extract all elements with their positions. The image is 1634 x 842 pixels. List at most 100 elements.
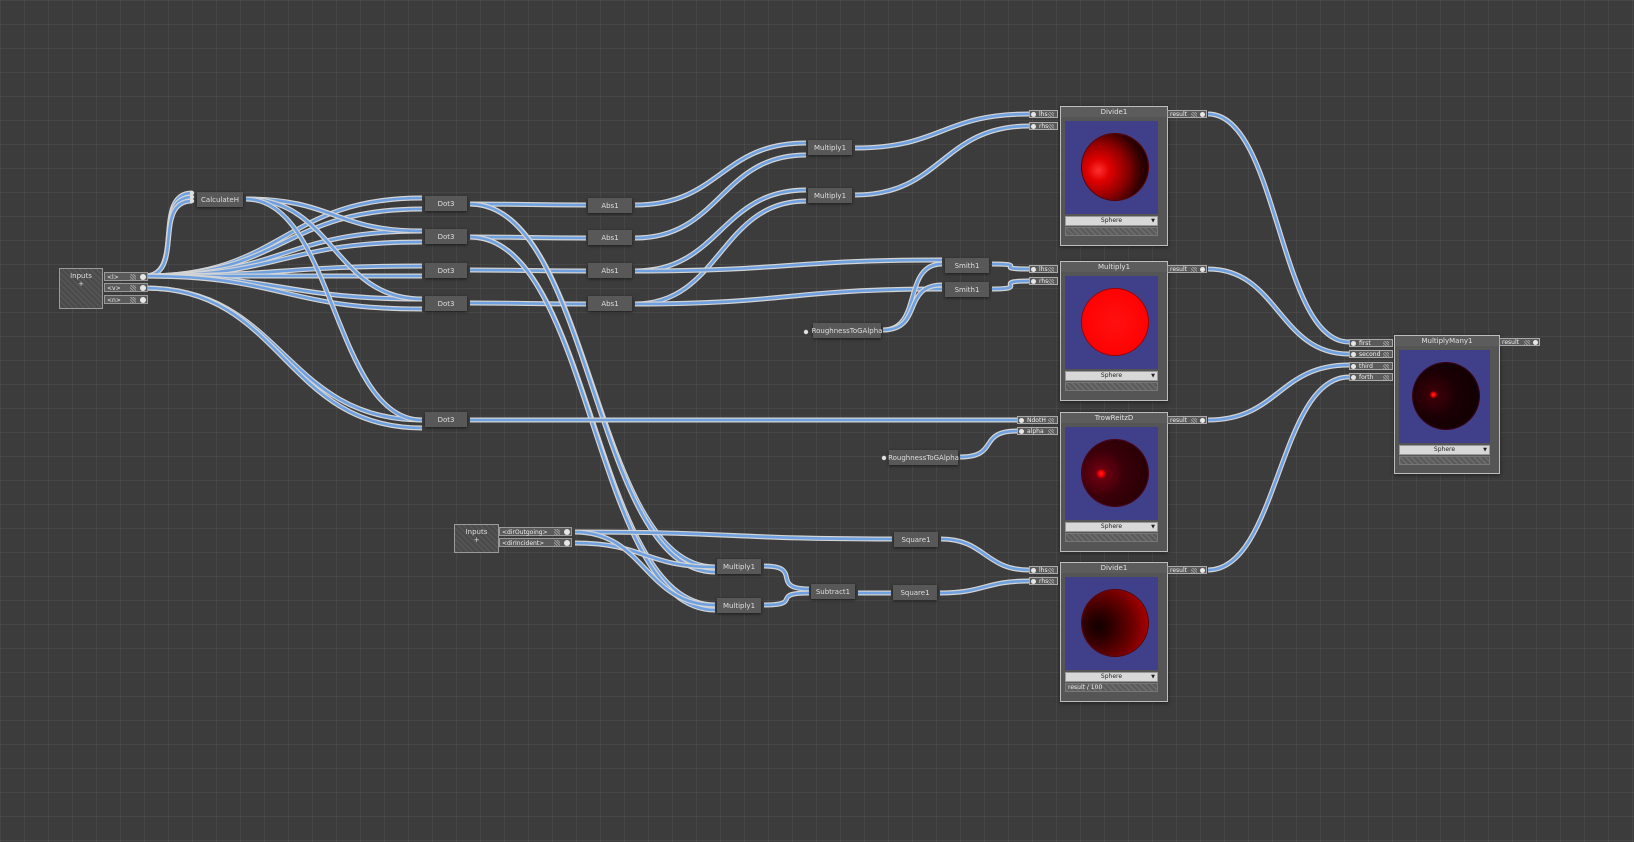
input-pin-second[interactable]: second — [1349, 350, 1393, 358]
port-connector-icon[interactable] — [1351, 341, 1356, 346]
input-port-dir-outgoing[interactable]: <dirOutgoing> — [499, 527, 572, 536]
calculate-h-node[interactable]: CalculateH — [197, 192, 243, 207]
port-connector-icon[interactable] — [1351, 352, 1356, 357]
inputs-node[interactable]: Inputs + — [59, 268, 103, 309]
input-port-dir-incident[interactable]: <dirIncident> — [499, 538, 572, 547]
port-connector-icon[interactable] — [1031, 579, 1036, 584]
trowbridge-reitz-preview-node[interactable]: TrowReitzD Sphere ▼ — [1060, 412, 1168, 552]
pin-label: lhs — [1039, 266, 1048, 273]
output-pin-result[interactable]: result — [1167, 416, 1207, 424]
input-pin-lhs[interactable]: lhs — [1029, 110, 1058, 118]
multiply-node[interactable]: Multiply1 — [717, 559, 761, 574]
link-icon — [1048, 279, 1054, 284]
square-node[interactable]: Square1 — [894, 532, 938, 547]
preview-shape-select[interactable]: Sphere ▼ — [1065, 216, 1158, 226]
inputs-node[interactable]: Inputs + — [454, 524, 499, 553]
preview-shape-select[interactable]: Sphere ▼ — [1065, 371, 1158, 381]
port-connector-icon[interactable] — [1200, 568, 1205, 573]
preview-shape-select[interactable]: Sphere ▼ — [1399, 445, 1490, 455]
input-pin-alpha[interactable]: alpha — [1017, 427, 1058, 435]
input-pin-ndoth[interactable]: NdotH — [1017, 416, 1058, 424]
port-connector-icon[interactable] — [1019, 418, 1024, 423]
input-pin-third[interactable]: third — [1349, 362, 1393, 370]
input-pin-rhs[interactable]: rhs — [1029, 277, 1058, 285]
roughness-to-g-alpha-node[interactable]: RoughnessToGAlpha — [812, 323, 882, 338]
port-connector-icon[interactable] — [1031, 124, 1036, 129]
port-connector-icon[interactable] — [1200, 418, 1205, 423]
input-pin-first[interactable]: first — [1349, 339, 1393, 347]
add-input-icon[interactable]: + — [455, 536, 498, 544]
wire — [882, 262, 943, 332]
multiply-preview-node[interactable]: Multiply1 Sphere ▼ — [1060, 261, 1168, 401]
dot-node[interactable]: Dot3 — [425, 263, 467, 278]
sphere-preview — [1082, 440, 1148, 506]
dot-node[interactable]: Dot3 — [425, 412, 467, 427]
port-connector-icon[interactable] — [1200, 267, 1205, 272]
subtract-node[interactable]: Subtract1 — [811, 584, 855, 599]
input-port-n[interactable]: <n> — [104, 295, 148, 304]
output-pin-result[interactable]: result — [1167, 566, 1207, 574]
port-connector-icon[interactable] — [140, 297, 146, 303]
output-pin-result[interactable]: result — [1167, 265, 1207, 273]
port-connector-icon[interactable] — [1351, 364, 1356, 369]
output-pin-result[interactable]: result — [1167, 110, 1207, 118]
square-node[interactable]: Square1 — [893, 585, 937, 600]
port-connector-icon[interactable] — [140, 285, 146, 291]
multiply-node[interactable]: Multiply1 — [808, 188, 852, 203]
port-connector-icon[interactable] — [1533, 340, 1538, 345]
preview-shape-select[interactable]: Sphere ▼ — [1065, 672, 1158, 682]
port-connector-icon[interactable] — [564, 529, 570, 535]
output-pin-result[interactable]: result — [1499, 338, 1540, 346]
port-connector-icon[interactable] — [1351, 375, 1356, 380]
abs-node[interactable]: Abs1 — [588, 230, 632, 245]
link-icon — [1048, 112, 1054, 117]
input-port-v[interactable]: <v> — [104, 283, 148, 292]
link-icon — [1048, 568, 1054, 573]
multiply-node[interactable]: Multiply1 — [717, 598, 761, 613]
multiply-many-preview-node[interactable]: MultiplyMany1 Sphere ▼ — [1394, 335, 1500, 474]
port-connector-icon[interactable] — [564, 540, 570, 546]
port-connector-icon[interactable] — [1031, 267, 1036, 272]
port-connector-icon[interactable] — [140, 274, 146, 280]
link-icon — [1383, 341, 1389, 346]
dot-node[interactable]: Dot3 — [425, 196, 467, 211]
input-port-label: <n> — [107, 297, 121, 304]
pin-label: result — [1502, 339, 1519, 346]
input-port-l[interactable]: <l> — [104, 272, 148, 281]
abs-node[interactable]: Abs1 — [588, 263, 632, 278]
port-connector-icon[interactable] — [1200, 112, 1205, 117]
link-icon — [1191, 418, 1197, 423]
abs-node[interactable]: Abs1 — [588, 296, 632, 311]
input-pin-lhs[interactable]: lhs — [1029, 265, 1058, 273]
port-connector-icon[interactable] — [1031, 112, 1036, 117]
preview-shape-value: Sphere — [1433, 446, 1456, 453]
link-icon — [1524, 340, 1530, 345]
inputs-node-title: Inputs — [465, 528, 488, 536]
wire — [763, 564, 810, 591]
pin-label: first — [1359, 340, 1371, 347]
dot-node[interactable]: Dot3 — [425, 229, 467, 244]
wire — [1207, 375, 1350, 572]
wire — [991, 279, 1030, 291]
roughness-to-g-alpha-node[interactable]: RoughnessToGAlpha — [888, 450, 959, 465]
dot-node[interactable]: Dot3 — [425, 296, 467, 311]
preview-shape-select[interactable]: Sphere ▼ — [1065, 522, 1158, 532]
smith-node[interactable]: Smith1 — [945, 258, 989, 273]
port-connector-icon[interactable] — [1031, 279, 1036, 284]
input-pin-rhs[interactable]: rhs — [1029, 577, 1058, 585]
divide-preview-node[interactable]: Divide1 Sphere ▼ — [1060, 106, 1168, 246]
divide-preview-node[interactable]: Divide1 Sphere ▼ result / 100 — [1060, 562, 1168, 702]
input-pin-rhs[interactable]: rhs — [1029, 122, 1058, 130]
input-port-label: <l> — [107, 274, 119, 281]
smith-node[interactable]: Smith1 — [945, 282, 989, 297]
abs-node[interactable]: Abs1 — [588, 198, 632, 213]
port-dot — [881, 455, 887, 461]
input-pin-lhs[interactable]: lhs — [1029, 566, 1058, 574]
multiply-node[interactable]: Multiply1 — [808, 140, 852, 155]
preview-canvas — [1399, 350, 1490, 443]
port-connector-icon[interactable] — [1031, 568, 1036, 573]
preview-output-bar — [1065, 533, 1158, 542]
input-pin-forth[interactable]: forth — [1349, 373, 1393, 381]
port-connector-icon[interactable] — [1019, 429, 1024, 434]
add-input-icon[interactable]: + — [60, 280, 102, 288]
